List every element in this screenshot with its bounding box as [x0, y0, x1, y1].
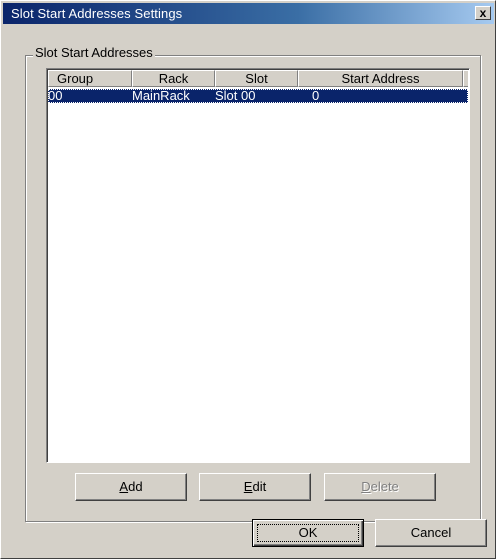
cell-start-address: 0	[312, 88, 320, 103]
title-bar[interactable]: Slot Start Addresses Settings x	[3, 3, 494, 24]
add-label: dd	[128, 479, 143, 494]
column-header-rack[interactable]: Rack	[132, 70, 215, 87]
cell-slot: Slot 00	[215, 88, 256, 103]
close-button[interactable]: x	[475, 6, 491, 20]
edit-label: dit	[252, 479, 267, 494]
cell-rack: MainRack	[132, 88, 190, 103]
cancel-label: Cancel	[410, 525, 452, 540]
column-header-slot[interactable]: Slot	[215, 70, 298, 87]
window-title: Slot Start Addresses Settings	[11, 6, 183, 21]
add-mnemonic: A	[119, 479, 129, 494]
group-label: Slot Start Addresses	[33, 45, 155, 60]
edit-button[interactable]: Edit	[199, 473, 311, 501]
list-header: Group Rack Slot Start Address	[48, 70, 468, 87]
focus-ring	[257, 524, 359, 542]
slot-addresses-list[interactable]: Group Rack Slot Start Address 00 MainRac…	[46, 68, 470, 463]
cell-group: 00	[48, 88, 63, 103]
column-header-start-address[interactable]: Start Address	[298, 70, 463, 87]
add-button[interactable]: Add	[75, 473, 187, 501]
ok-button[interactable]: OK	[252, 519, 364, 547]
column-header-group[interactable]: Group	[48, 70, 132, 87]
table-row[interactable]: 00 MainRack Slot 00 0	[48, 89, 468, 103]
delete-label: elete	[370, 479, 399, 494]
close-icon: x	[479, 6, 487, 20]
delete-button[interactable]: Delete	[324, 473, 436, 501]
cancel-button[interactable]: Cancel	[375, 519, 487, 547]
dialog-window: Slot Start Addresses Settings x Slot Sta…	[0, 0, 496, 559]
delete-mnemonic: D	[361, 479, 371, 494]
column-header-filler	[463, 70, 468, 87]
